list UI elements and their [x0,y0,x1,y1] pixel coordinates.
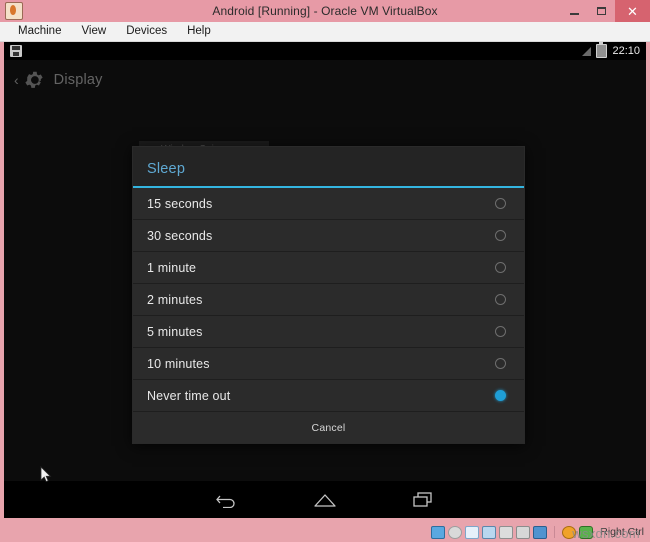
radio-button-selected[interactable] [495,390,506,401]
page-title: Display [53,72,103,88]
option-row-never-time-out[interactable]: Never time out [133,380,524,412]
dialog-title: Sleep [147,161,186,177]
option-label: Never time out [147,388,231,403]
option-row-15-seconds[interactable]: 15 seconds [133,188,524,220]
nav-back-button[interactable] [212,488,242,512]
dialog-header: Sleep [133,147,524,188]
option-label: 2 minutes [147,292,203,307]
virtualbox-window: Android [Running] - Oracle VM VirtualBox… [0,0,650,542]
option-row-1-minute[interactable]: 1 minute [133,252,524,284]
back-chevron-icon[interactable]: ‹ [14,73,19,87]
minimize-icon [570,12,579,15]
option-row-2-minutes[interactable]: 2 minutes [133,284,524,316]
back-icon [216,495,235,508]
option-label: 10 minutes [147,356,210,371]
radio-button[interactable] [495,198,506,209]
dialog-option-list: 15 seconds 30 seconds 1 minute 2 minutes [133,188,524,412]
settings-action-bar: ‹ Display [4,60,646,100]
option-label: 1 minute [147,260,197,275]
cancel-button[interactable]: Cancel [312,422,346,434]
android-status-bar: 22:10 [4,42,646,60]
radio-button[interactable] [495,358,506,369]
menu-item-help[interactable]: Help [177,22,221,41]
shared-folder-icon[interactable] [516,525,531,539]
option-label: 15 seconds [147,196,213,211]
menubar: Machine View Devices Help [0,22,650,42]
maximize-icon [597,7,606,15]
menu-item-devices[interactable]: Devices [116,22,177,41]
display-icon[interactable] [533,525,548,539]
minimize-button[interactable] [561,0,588,22]
signal-icon [582,46,592,56]
recents-icon [413,491,432,507]
maximize-button[interactable] [588,0,615,22]
hard-disk-icon[interactable] [431,525,446,539]
status-bar-right: 22:10 [582,42,640,58]
window-title: Android [Running] - Oracle VM VirtualBox [212,4,438,18]
status-clock: 22:10 [612,45,640,57]
floppy-disk-icon[interactable] [465,525,480,539]
network-icon[interactable] [482,525,497,539]
recording-icon[interactable] [562,525,577,539]
vm-viewport[interactable]: 22:10 ‹ Display Window Snip Brightness [4,42,646,518]
host-key-label: Right Ctrl [600,526,644,538]
gear-icon [25,71,43,88]
option-row-10-minutes[interactable]: 10 minutes [133,348,524,380]
home-icon [314,493,336,507]
sdcard-icon [10,45,22,57]
dialog-footer: Cancel [133,412,524,443]
radio-button[interactable] [495,262,506,273]
battery-icon [596,42,608,58]
menu-item-machine[interactable]: Machine [8,22,71,41]
option-label: 30 seconds [147,228,213,243]
host-key-icon [579,525,594,539]
nav-home-button[interactable] [310,488,340,512]
close-button[interactable]: ✕ [615,0,650,22]
window-titlebar: Android [Running] - Oracle VM VirtualBox… [0,0,650,22]
option-row-5-minutes[interactable]: 5 minutes [133,316,524,348]
radio-button[interactable] [495,294,506,305]
window-controls: ✕ [561,0,650,22]
nav-recents-button[interactable] [408,488,438,512]
android-nav-bar [4,481,646,518]
radio-button[interactable] [495,326,506,337]
status-separator [554,526,556,538]
radio-button[interactable] [495,230,506,241]
menu-item-view[interactable]: View [71,22,116,41]
virtualbox-icon [5,2,23,20]
sleep-dialog: Sleep 15 seconds 30 seconds 1 minute 2 m… [132,146,525,444]
usb-icon[interactable] [499,525,514,539]
option-row-30-seconds[interactable]: 30 seconds [133,220,524,252]
status-icon-group: Right Ctrl [431,525,644,539]
option-label: 5 minutes [147,324,203,339]
virtualbox-status-bar: Right Ctrl wsxdn.com [0,522,650,542]
optical-disk-icon[interactable] [448,525,463,539]
